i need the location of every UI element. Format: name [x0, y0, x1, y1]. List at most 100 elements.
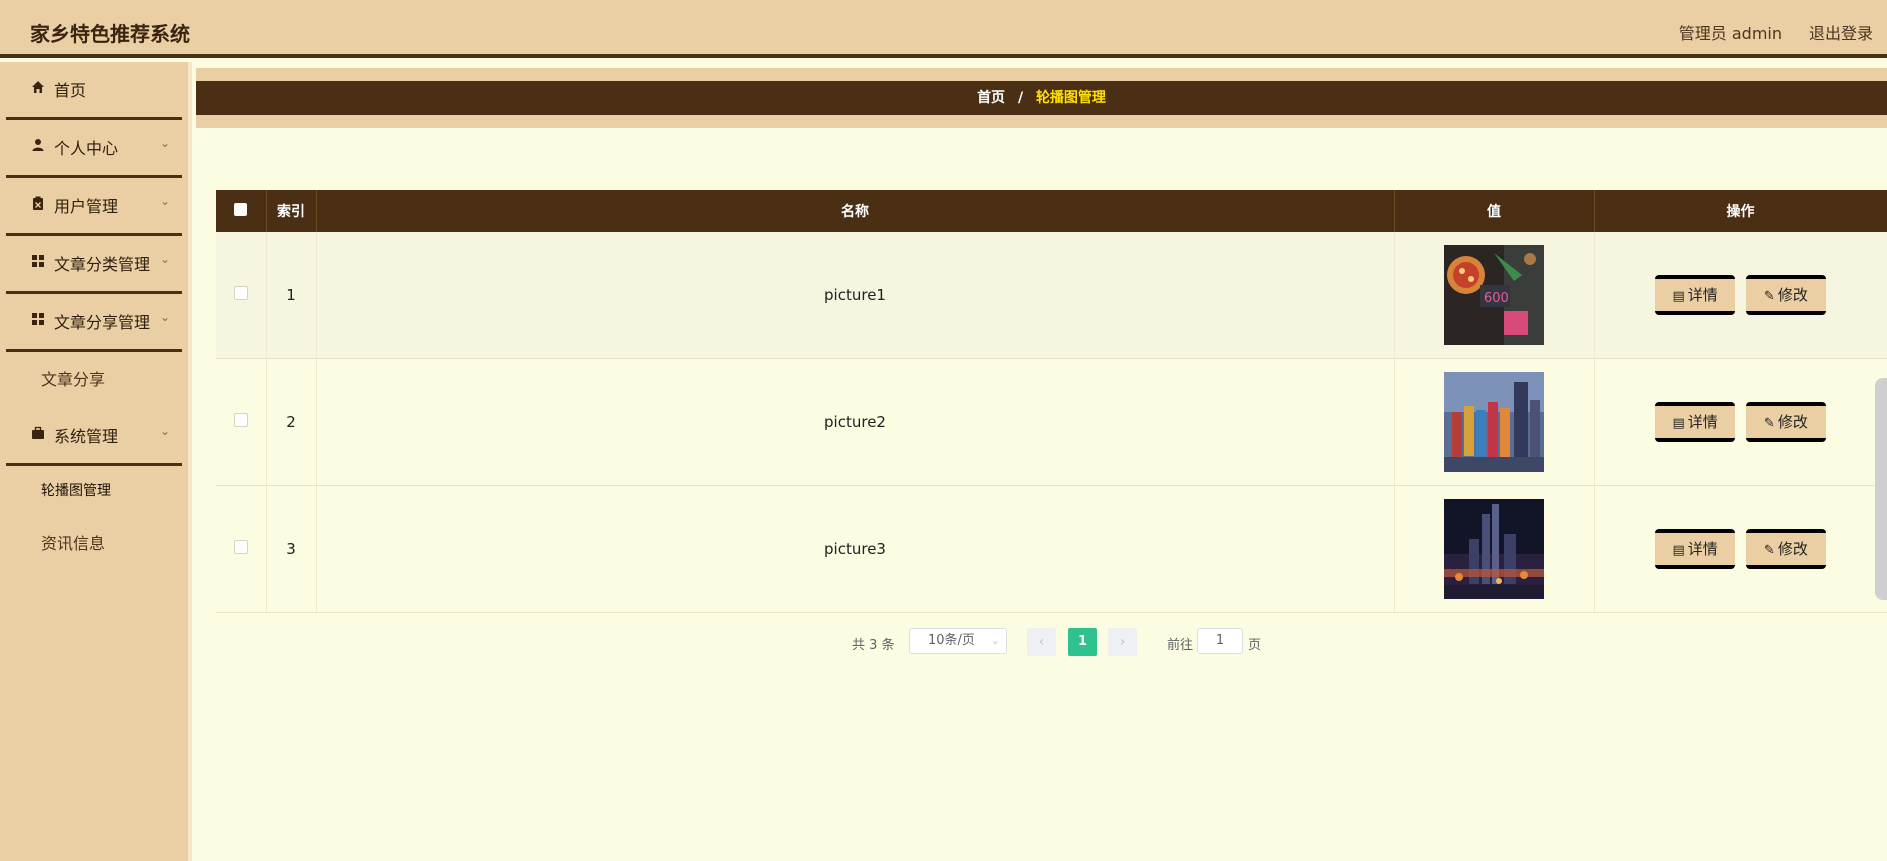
sidebar-item-home[interactable]: 首页	[6, 62, 182, 120]
sidebar-item-label: 个人中心	[54, 139, 119, 158]
sidebar-item-system-management[interactable]: 系统管理 ⌄	[6, 408, 182, 466]
column-header-name: 名称	[316, 190, 1395, 232]
edit-icon: ✎	[1763, 416, 1775, 431]
chevron-down-icon: ⌄	[159, 136, 170, 150]
sidebar-item-personal-center[interactable]: 个人中心 ⌄	[6, 120, 182, 178]
breadcrumb-separator: /	[1017, 90, 1024, 106]
page-number-current[interactable]: 1	[1068, 628, 1097, 656]
row-index: 1	[266, 232, 317, 359]
row-index: 2	[266, 358, 317, 486]
goto-label: 前往	[1167, 638, 1194, 653]
chevron-down-icon: ⌄	[159, 252, 170, 266]
breadcrumb: 首页 / 轮播图管理	[196, 81, 1887, 115]
row-value-cell	[1394, 485, 1595, 613]
sidebar-item-label: 首页	[54, 81, 87, 100]
detail-button[interactable]: ▤ 详情	[1655, 402, 1736, 442]
top-header: 家乡特色推荐系统 管理员 admin 退出登录	[0, 0, 1887, 58]
select-all-checkbox[interactable]	[234, 202, 248, 216]
sidebar-item-label: 系统管理	[54, 427, 119, 446]
row-name: picture1	[316, 232, 1395, 359]
row-name: picture2	[316, 358, 1395, 486]
row-select-cell	[216, 232, 267, 359]
logout-link[interactable]: 退出登录	[1809, 20, 1873, 44]
table-row: 2 picture2 ▤ 详情 ✎ 修改	[216, 358, 1887, 486]
chevron-down-icon: ⌄	[159, 194, 170, 208]
sidebar: 首页 个人中心 ⌄ 用户管理 ⌄ 文章分类管理 ⌄ 文章分享管理 ⌄ 文章分享 …	[0, 62, 192, 861]
table-header-row: 索引 名称 值 操作	[216, 190, 1887, 232]
sidebar-item-label: 用户管理	[54, 197, 119, 216]
grid-icon	[32, 313, 44, 325]
goto-page-input[interactable]: 1	[1197, 628, 1243, 654]
edit-button[interactable]: ✎ 修改	[1745, 529, 1826, 569]
clipboard-icon	[33, 196, 43, 210]
sidebar-subitem-carousel[interactable]: 轮播图管理	[0, 466, 188, 516]
detail-button[interactable]: ▤ 详情	[1655, 275, 1736, 315]
select-all-header[interactable]	[216, 190, 267, 232]
table-row: 3 picture3 ▤ 详情 ✎ 修改	[216, 485, 1887, 613]
column-header-index: 索引	[266, 190, 317, 232]
admin-user-label: 管理员 admin	[1678, 24, 1782, 43]
carousel-thumbnail	[1444, 372, 1544, 472]
edit-button[interactable]: ✎ 修改	[1745, 402, 1826, 442]
row-value-cell: 600	[1394, 232, 1595, 359]
edit-button-label: 修改	[1777, 286, 1808, 304]
row-select-cell	[216, 485, 267, 613]
row-actions: ▤ 详情 ✎ 修改	[1594, 358, 1887, 486]
floating-side-toolbar[interactable]	[1875, 378, 1887, 600]
chevron-down-icon: ⌄	[159, 310, 170, 324]
row-value-cell	[1394, 358, 1595, 486]
chevron-down-icon: ⌄	[990, 634, 1000, 647]
chevron-left-icon: ‹	[1038, 634, 1045, 650]
carousel-thumbnail: 600	[1444, 245, 1544, 345]
column-header-actions: 操作	[1594, 190, 1887, 232]
sidebar-item-label: 文章分享管理	[54, 313, 151, 332]
sidebar-item-article-share-management[interactable]: 文章分享管理 ⌄	[6, 294, 182, 352]
app-title: 家乡特色推荐系统	[30, 22, 190, 46]
pagination-total: 共 3 条	[852, 638, 895, 653]
column-header-value: 值	[1394, 190, 1595, 232]
page-size-select[interactable]: 10条/页 ⌄	[909, 628, 1007, 654]
edit-button-label: 修改	[1777, 413, 1808, 431]
sidebar-item-label: 文章分类管理	[54, 255, 151, 274]
detail-button-label: 详情	[1687, 413, 1718, 431]
edit-icon: ✎	[1763, 543, 1775, 558]
row-actions: ▤ 详情 ✎ 修改	[1594, 485, 1887, 613]
sidebar-item-user-management[interactable]: 用户管理 ⌄	[6, 178, 182, 236]
edit-button[interactable]: ✎ 修改	[1745, 275, 1826, 315]
breadcrumb-container: 首页 / 轮播图管理	[196, 68, 1887, 128]
edit-icon: ✎	[1763, 289, 1775, 304]
chevron-right-icon: ›	[1119, 634, 1126, 650]
row-name: picture3	[316, 485, 1395, 613]
prev-page-button[interactable]: ‹	[1027, 628, 1056, 656]
breadcrumb-home[interactable]: 首页	[977, 90, 1005, 106]
document-icon: ▤	[1672, 543, 1685, 558]
detail-button-label: 详情	[1687, 540, 1718, 558]
sidebar-subitem-news[interactable]: 资讯信息	[0, 516, 188, 572]
row-checkbox[interactable]	[233, 413, 248, 427]
table-row: 1 picture1 600 ▤ 详情 ✎ 修改	[216, 232, 1887, 359]
page-size-value: 10条/页	[928, 633, 975, 648]
page-unit-label: 页	[1248, 638, 1262, 653]
carousel-table: 索引 名称 值 操作 1 picture1 600 ▤ 详情 ✎ 修改 2 pi…	[216, 190, 1887, 613]
row-actions: ▤ 详情 ✎ 修改	[1594, 232, 1887, 359]
carousel-thumbnail	[1444, 499, 1544, 599]
detail-button[interactable]: ▤ 详情	[1655, 529, 1736, 569]
user-icon	[32, 139, 44, 151]
pagination: 共 3 条 10条/页 ⌄ ‹ 1 › 前往 1 页	[0, 628, 1887, 656]
briefcase-icon	[32, 426, 44, 439]
chevron-down-icon: ⌄	[159, 424, 170, 438]
sidebar-subitem-article-share[interactable]: 文章分享	[0, 352, 188, 408]
svg-text:600: 600	[1484, 291, 1509, 306]
home-icon	[32, 81, 44, 93]
document-icon: ▤	[1672, 289, 1685, 304]
row-checkbox[interactable]	[233, 286, 248, 300]
row-index: 3	[266, 485, 317, 613]
document-icon: ▤	[1672, 416, 1685, 431]
breadcrumb-current: 轮播图管理	[1035, 90, 1106, 106]
detail-button-label: 详情	[1687, 286, 1718, 304]
row-select-cell	[216, 358, 267, 486]
sidebar-item-article-category[interactable]: 文章分类管理 ⌄	[6, 236, 182, 294]
row-checkbox[interactable]	[233, 540, 248, 554]
edit-button-label: 修改	[1777, 540, 1808, 558]
next-page-button[interactable]: ›	[1108, 628, 1137, 656]
